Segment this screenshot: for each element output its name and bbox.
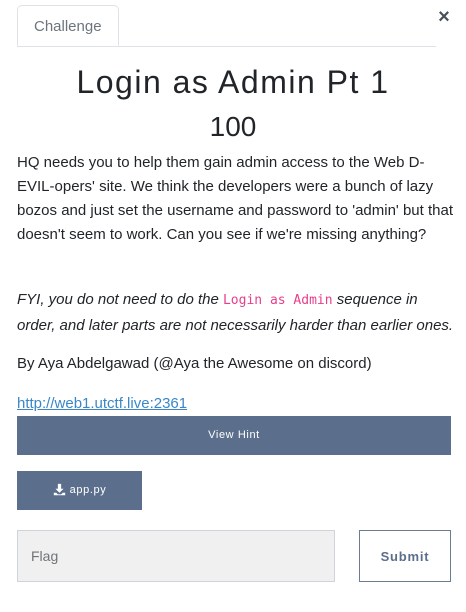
challenge-note: FYI, you do not need to do the Login as …: [17, 287, 457, 338]
challenge-description: HQ needs you to help them gain admin acc…: [17, 154, 453, 243]
view-hint-button[interactable]: View Hint: [17, 416, 451, 455]
challenge-points: 100: [209, 111, 257, 142]
challenge-author: By Aya Abdelgawad (@Aya the Awesome on d…: [17, 355, 372, 372]
modal-tabs: Challenge: [17, 0, 436, 47]
flag-input[interactable]: [17, 530, 335, 582]
download-file-label: app.py: [69, 484, 107, 496]
download-icon: [53, 483, 65, 496]
close-icon[interactable]: ×: [436, 6, 452, 28]
challenge-link[interactable]: http://web1.utctf.live:2361: [17, 392, 187, 416]
note-text-before: FYI, you do not need to do the: [17, 291, 223, 308]
submit-button[interactable]: Submit: [359, 530, 451, 582]
challenge-title: Login as Admin Pt 1: [76, 64, 390, 100]
tab-challenge[interactable]: Challenge: [17, 5, 119, 46]
download-file-button[interactable]: app.py: [17, 471, 142, 510]
note-code: Login as Admin: [222, 293, 333, 308]
